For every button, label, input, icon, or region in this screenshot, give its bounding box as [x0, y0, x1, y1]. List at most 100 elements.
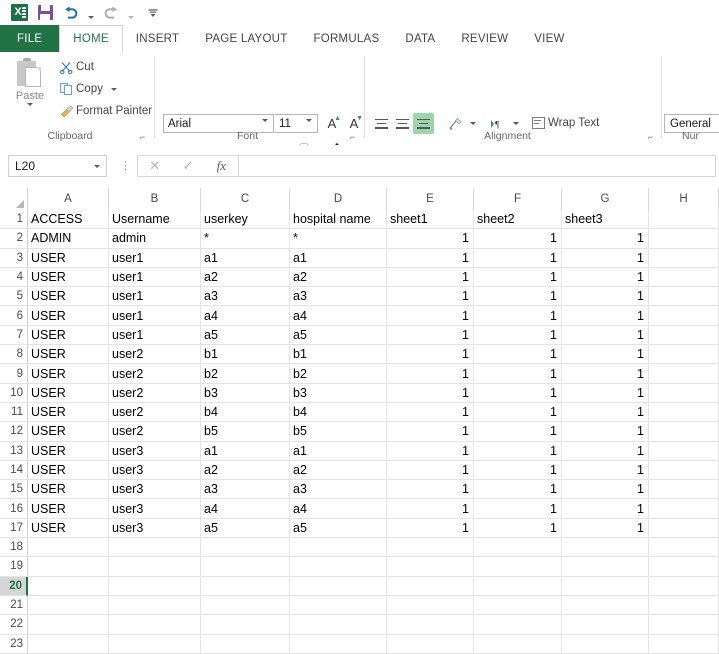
cell-C12[interactable]: b5: [201, 422, 290, 442]
row-header-11[interactable]: 11: [0, 402, 28, 423]
column-header-b[interactable]: B: [109, 188, 201, 210]
cell-C23[interactable]: [201, 634, 290, 654]
cell-G22[interactable]: [562, 615, 649, 635]
cell-H21[interactable]: [649, 595, 719, 616]
row-header-5[interactable]: 5: [0, 287, 28, 307]
cell-F11[interactable]: 1: [474, 402, 562, 423]
row-header-15[interactable]: 15: [0, 480, 28, 500]
cell-G18[interactable]: [562, 538, 649, 558]
cell-A1[interactable]: ACCESS: [28, 210, 109, 230]
cell-H18[interactable]: [649, 538, 719, 558]
cell-D7[interactable]: a5: [290, 325, 387, 346]
excel-logo-icon[interactable]: X: [6, 2, 32, 24]
cell-G1[interactable]: sheet3: [562, 210, 649, 230]
cell-A3[interactable]: USER: [28, 248, 109, 268]
cell-C3[interactable]: a1: [201, 248, 290, 268]
column-header-a[interactable]: A: [28, 188, 109, 210]
cell-F4[interactable]: 1: [474, 267, 562, 288]
cell-A13[interactable]: USER: [28, 441, 109, 461]
cell-G3[interactable]: 1: [562, 248, 649, 268]
cell-G10[interactable]: 1: [562, 383, 649, 403]
cell-E1[interactable]: sheet1: [387, 210, 474, 230]
cell-B19[interactable]: [109, 557, 201, 577]
cell-F3[interactable]: 1: [474, 248, 562, 268]
cell-D5[interactable]: a3: [290, 287, 387, 307]
cell-A12[interactable]: USER: [28, 422, 109, 442]
cell-B7[interactable]: user1: [109, 325, 201, 346]
name-box-dropdown-icon[interactable]: [94, 164, 100, 168]
cell-B11[interactable]: user2: [109, 402, 201, 423]
cell-F7[interactable]: 1: [474, 325, 562, 346]
cell-C21[interactable]: [201, 595, 290, 616]
cell-B15[interactable]: user3: [109, 480, 201, 500]
cell-A9[interactable]: USER: [28, 364, 109, 384]
column-header-h[interactable]: H: [649, 188, 719, 210]
cell-B1[interactable]: Username: [109, 210, 201, 230]
cell-F12[interactable]: 1: [474, 422, 562, 442]
cell-D3[interactable]: a1: [290, 248, 387, 268]
cell-F1[interactable]: sheet2: [474, 210, 562, 230]
cell-B5[interactable]: user1: [109, 287, 201, 307]
cell-F18[interactable]: [474, 538, 562, 558]
cell-H13[interactable]: [649, 441, 719, 461]
row-header-9[interactable]: 9: [0, 364, 28, 384]
cell-A21[interactable]: [28, 595, 109, 616]
cell-C7[interactable]: a5: [201, 325, 290, 346]
cell-F5[interactable]: 1: [474, 287, 562, 307]
undo-dropdown-icon[interactable]: [84, 2, 98, 24]
cell-E3[interactable]: 1: [387, 248, 474, 268]
cell-C10[interactable]: b3: [201, 383, 290, 403]
cell-H23[interactable]: [649, 634, 719, 654]
cell-B18[interactable]: [109, 538, 201, 558]
cell-G6[interactable]: 1: [562, 306, 649, 326]
cell-H6[interactable]: [649, 306, 719, 326]
cell-B17[interactable]: user3: [109, 518, 201, 539]
cell-D4[interactable]: a2: [290, 267, 387, 288]
cell-F20[interactable]: [474, 576, 562, 596]
cell-A14[interactable]: USER: [28, 460, 109, 481]
row-header-17[interactable]: 17: [0, 518, 28, 539]
cell-G11[interactable]: 1: [562, 402, 649, 423]
cell-B21[interactable]: [109, 595, 201, 616]
row-header-20[interactable]: 20: [0, 576, 28, 596]
cell-D21[interactable]: [290, 595, 387, 616]
cell-E22[interactable]: [387, 615, 474, 635]
row-header-4[interactable]: 4: [0, 267, 28, 288]
row-header-2[interactable]: 2: [0, 229, 28, 249]
cell-E12[interactable]: 1: [387, 422, 474, 442]
cell-E18[interactable]: [387, 538, 474, 558]
cell-D15[interactable]: a3: [290, 480, 387, 500]
cell-H8[interactable]: [649, 345, 719, 365]
cell-F13[interactable]: 1: [474, 441, 562, 461]
cell-A7[interactable]: USER: [28, 325, 109, 346]
row-header-3[interactable]: 3: [0, 248, 28, 268]
cell-G19[interactable]: [562, 557, 649, 577]
cell-C11[interactable]: b4: [201, 402, 290, 423]
cell-F15[interactable]: 1: [474, 480, 562, 500]
tab-file[interactable]: FILE: [0, 25, 60, 52]
cell-G5[interactable]: 1: [562, 287, 649, 307]
cell-C4[interactable]: a2: [201, 267, 290, 288]
tab-review[interactable]: REVIEW: [448, 25, 521, 52]
cell-D12[interactable]: b5: [290, 422, 387, 442]
cell-D9[interactable]: b2: [290, 364, 387, 384]
cell-G2[interactable]: 1: [562, 229, 649, 249]
row-header-18[interactable]: 18: [0, 538, 28, 558]
cell-E14[interactable]: 1: [387, 460, 474, 481]
cell-A8[interactable]: USER: [28, 345, 109, 365]
cell-C14[interactable]: a2: [201, 460, 290, 481]
cell-B12[interactable]: user2: [109, 422, 201, 442]
cell-C20[interactable]: [201, 576, 290, 596]
column-header-d[interactable]: D: [290, 188, 387, 210]
cell-G9[interactable]: 1: [562, 364, 649, 384]
customize-qat-icon[interactable]: [146, 2, 160, 24]
cell-E13[interactable]: 1: [387, 441, 474, 461]
cell-F9[interactable]: 1: [474, 364, 562, 384]
tab-view[interactable]: VIEW: [521, 25, 577, 52]
cell-B8[interactable]: user2: [109, 345, 201, 365]
cell-D1[interactable]: hospital name: [290, 210, 387, 230]
cell-C15[interactable]: a3: [201, 480, 290, 500]
tab-insert[interactable]: INSERT: [123, 25, 192, 52]
cell-H17[interactable]: [649, 518, 719, 539]
cell-B2[interactable]: admin: [109, 229, 201, 249]
